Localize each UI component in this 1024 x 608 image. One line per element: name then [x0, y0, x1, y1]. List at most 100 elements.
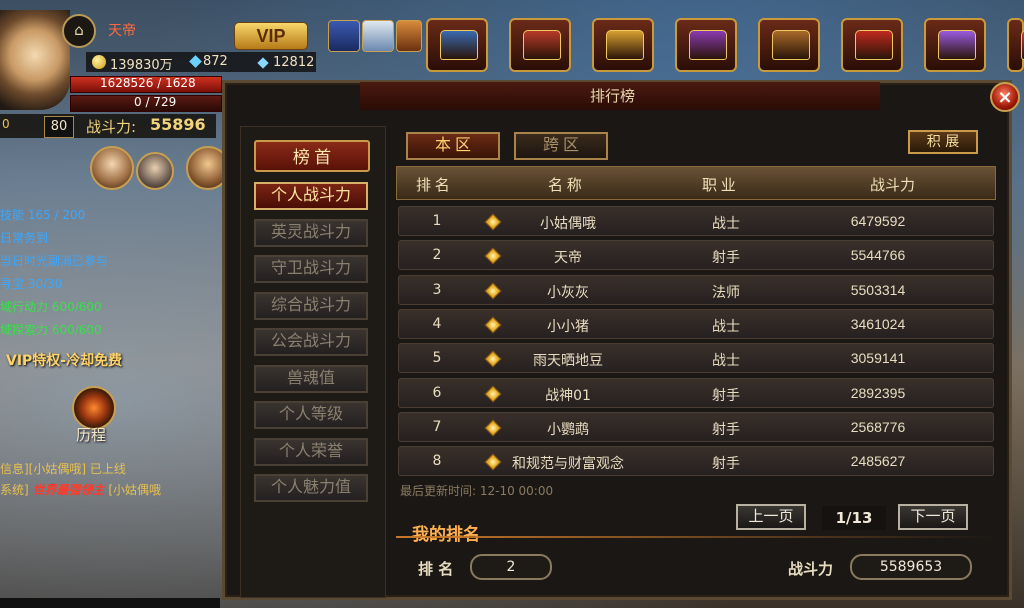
my-rank-title: 我的排名: [412, 525, 480, 544]
job-cell: 法师: [712, 285, 740, 301]
menu-item-7[interactable]: 个人荣誉: [254, 438, 368, 466]
treasure-chest-blue-icon[interactable]: [426, 18, 488, 72]
home-icon[interactable]: ⌂: [62, 14, 96, 48]
panel-title: 排行榜: [590, 87, 636, 105]
mp-value: 0 / 729: [134, 95, 177, 109]
power-cell: 5544766: [850, 247, 906, 263]
orb-icon[interactable]: [362, 20, 394, 52]
player-name-cell: 小灰灰: [547, 285, 589, 301]
player-name: 天帝: [108, 24, 136, 39]
quest-item[interactable]: 日常务到: [0, 229, 48, 246]
menu-item-4[interactable]: 公会战斗力: [254, 328, 368, 356]
menu-item-5[interactable]: 兽魂值: [254, 365, 368, 393]
column-power: 战斗力: [870, 178, 916, 194]
treasure-chest-wood-graphic: [772, 30, 810, 60]
next-page-button[interactable]: 下一页: [898, 504, 968, 530]
crystal-amount: 12812: [273, 55, 315, 70]
tab-local-server[interactable]: 本 区: [406, 132, 500, 160]
rank-cell: 8: [432, 453, 442, 469]
menu-item-2[interactable]: 守卫战斗力: [254, 255, 368, 283]
player-name-cell: 小鹦鹉: [547, 422, 589, 438]
player-name-cell: 小姑偶哦: [540, 216, 596, 232]
history-label[interactable]: 历程: [76, 424, 106, 445]
last-update-time: 最后更新时间: 12-10 00:00: [400, 484, 554, 498]
job-cell: 战士: [712, 353, 740, 369]
hp-value: 1628526 / 1628: [100, 76, 196, 90]
rank-cell: 2: [432, 247, 442, 263]
quest-item[interactable]: 当日时光副消已参与: [0, 252, 108, 269]
treasure-chest-crimson-graphic: [855, 30, 893, 60]
my-rank-value: 2: [470, 554, 552, 580]
vip-badge[interactable]: VIP: [234, 22, 308, 50]
treasure-chest-red-2-icon[interactable]: [1007, 18, 1024, 72]
treasure-chest-crimson-icon[interactable]: [841, 18, 903, 72]
vip-privilege-link[interactable]: VIP特权-冷却免费: [6, 350, 122, 370]
rank-cell: 7: [432, 419, 442, 435]
quest-item[interactable]: 寻宝 30/30: [0, 275, 62, 292]
menu-item-8[interactable]: 个人魅力值: [254, 474, 368, 502]
player-level: 80: [44, 116, 74, 138]
power-cell: 6479592: [850, 213, 906, 229]
chat-tab-bar[interactable]: [0, 598, 220, 608]
hero-portrait-2[interactable]: [136, 152, 174, 190]
treasure-chest-gold-graphic: [606, 30, 644, 60]
player-avatar[interactable]: [0, 10, 70, 110]
rank-cell: 5: [432, 350, 442, 366]
my-power-value: 5589653: [850, 554, 972, 580]
treasure-chest-blue-graphic: [440, 30, 478, 60]
power-cell: 2892395: [850, 385, 906, 401]
menu-item-0[interactable]: 个人战斗力: [254, 182, 368, 210]
chat-line: 系统] 世界最强领主 [小姑偶哦: [0, 481, 161, 498]
power-value: 55896: [150, 115, 206, 134]
menu-item-1[interactable]: 英灵战斗力: [254, 219, 368, 247]
rank-cell: 1: [432, 213, 442, 229]
player-name-cell: 和规范与财富观念: [512, 456, 624, 472]
diamond-amount: 872: [203, 54, 228, 69]
shield-icon[interactable]: [328, 20, 360, 52]
player-name-cell: 小小猪: [547, 319, 589, 335]
chat-player-link[interactable]: [小姑偶哦: [108, 483, 161, 497]
job-cell: 射手: [712, 250, 740, 266]
power-cell: 3461024: [850, 316, 906, 332]
quest-item[interactable]: 技能 165 / 200: [0, 206, 85, 223]
menu-item-6[interactable]: 个人等级: [254, 401, 368, 429]
crystal-purple-icon[interactable]: [924, 18, 986, 72]
my-power-label: 战斗力: [788, 560, 834, 578]
job-cell: 战士: [712, 216, 740, 232]
menu-item-3[interactable]: 综合战斗力: [254, 292, 368, 320]
treasure-chest-red-graphic: [523, 30, 561, 60]
quest-item[interactable]: 域探索力 600/600: [0, 321, 102, 338]
quest-item[interactable]: 域行动力 600/600: [0, 298, 102, 315]
exp-value: 0: [2, 117, 10, 131]
hero-portrait-1[interactable]: [90, 146, 134, 190]
my-rank-label: 排 名: [418, 560, 454, 578]
rank-cell: 4: [432, 316, 442, 332]
treasure-chest-wood-icon[interactable]: [758, 18, 820, 72]
power-cell: 3059141: [850, 350, 906, 366]
gold-amount: 139830万: [110, 58, 173, 73]
player-name-cell: 雨天晒地豆: [533, 353, 603, 369]
points-button[interactable]: 积 展: [908, 130, 978, 154]
player-name-cell: 战神01: [545, 388, 591, 404]
column-rank: 排 名: [416, 178, 450, 194]
prev-page-button[interactable]: 上一页: [736, 504, 806, 530]
job-cell: 射手: [712, 422, 740, 438]
job-cell: 射手: [712, 456, 740, 472]
tab-cross-server[interactable]: 跨 区: [514, 132, 608, 160]
gift-box-purple-icon[interactable]: [675, 18, 737, 72]
menu-header: 榜 首: [254, 140, 370, 172]
chat-channel: 系统]: [0, 483, 29, 497]
close-button[interactable]: ×: [990, 82, 1020, 112]
job-cell: 射手: [712, 388, 740, 404]
power-cell: 2485627: [850, 453, 906, 469]
power-cell: 2568776: [850, 419, 906, 435]
rank-cell: 6: [432, 385, 442, 401]
treasure-chest-gold-icon[interactable]: [592, 18, 654, 72]
gift-box-purple-graphic: [689, 30, 727, 60]
column-name: 名 称: [548, 178, 582, 194]
flag-icon[interactable]: [396, 20, 422, 52]
crystal-purple-graphic: [938, 30, 976, 60]
chat-line: 信息][小姑偶哦] 已上线: [0, 462, 126, 476]
column-job: 职 业: [702, 178, 736, 194]
treasure-chest-red-icon[interactable]: [509, 18, 571, 72]
